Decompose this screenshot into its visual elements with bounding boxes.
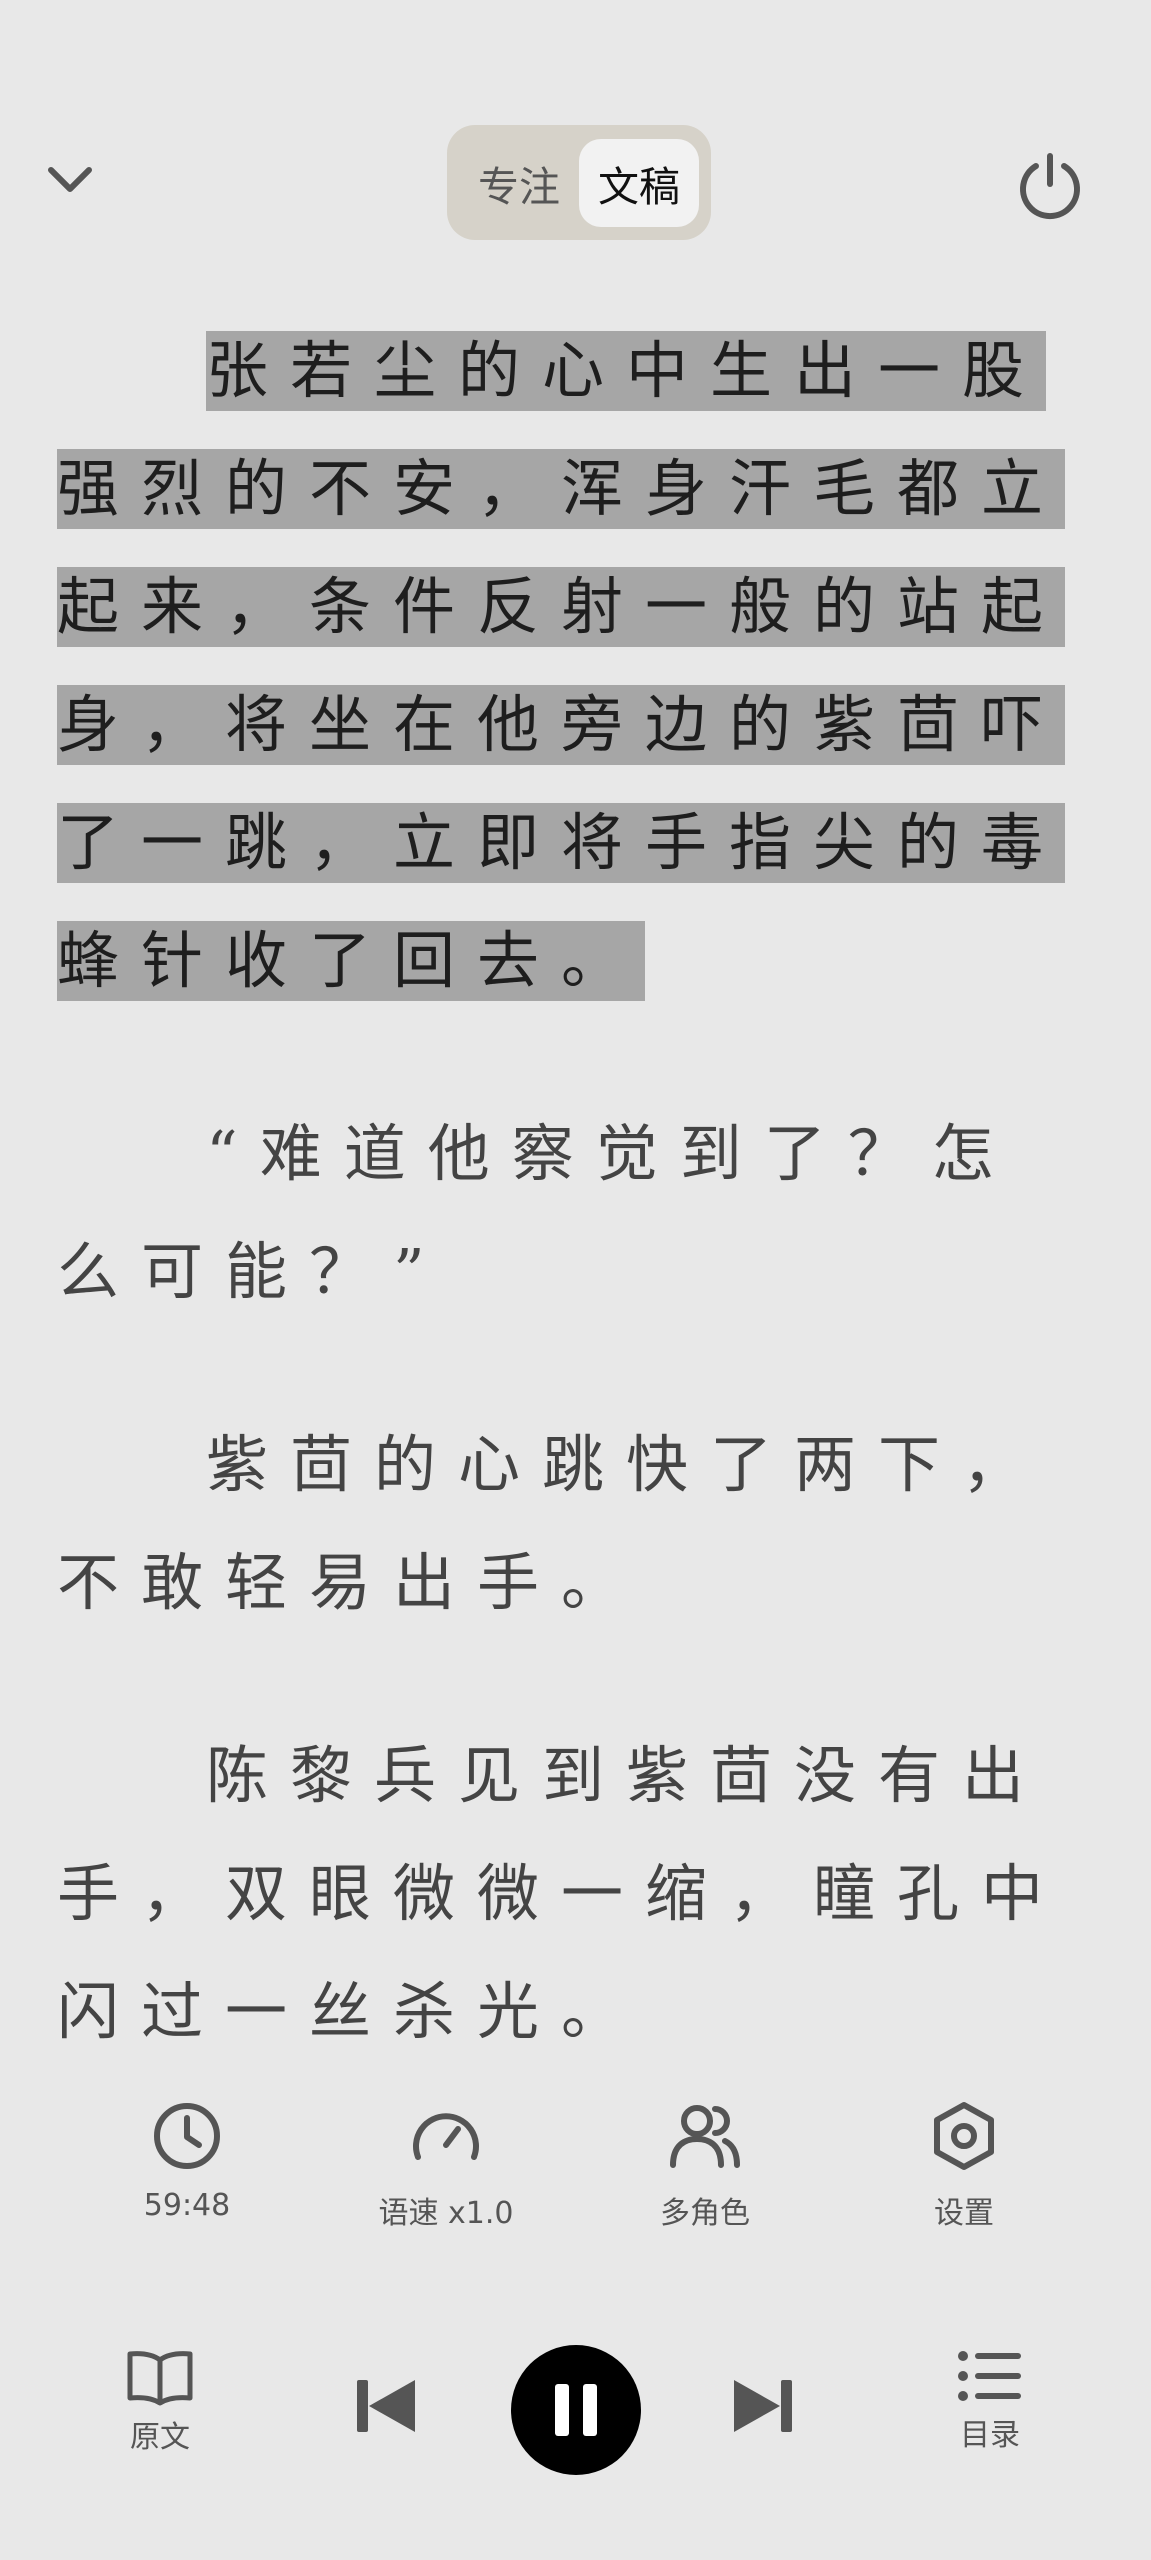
speedometer-icon bbox=[413, 2113, 479, 2160]
paragraph-current: 张若尘的心中生出一股强烈的不安，浑身汗毛都立起来，条件反射一般的站起身，将坐在他… bbox=[57, 312, 1093, 1020]
paragraph: 陈黎兵见到紫茴没有出手，双眼微微一缩，瞳孔中闪过一丝杀光。 bbox=[57, 1739, 1066, 2048]
pause-icon bbox=[555, 2384, 597, 2436]
paragraph: 紫茴的心跳快了两下，不敢轻易出手。 bbox=[57, 1428, 1047, 1619]
chevron-down-icon bbox=[48, 167, 92, 192]
paragraph: “难道他察觉到了？怎么可能？” bbox=[57, 1117, 1016, 1308]
skip-next-icon bbox=[734, 2380, 792, 2432]
skip-previous-icon bbox=[357, 2380, 415, 2432]
transcript-reader[interactable]: 张若尘的心中生出一股强烈的不安，浑身汗毛都立起来，条件反射一般的站起身，将坐在他… bbox=[57, 312, 1093, 2057]
player-bar: 原文 目录 bbox=[0, 2330, 1151, 2490]
power-button[interactable] bbox=[1015, 150, 1085, 220]
mode-option-manuscript[interactable]: 文稿 bbox=[579, 138, 699, 227]
clock-icon bbox=[154, 2103, 220, 2169]
mode-toggle[interactable]: 专注 文稿 bbox=[447, 125, 711, 240]
next-button[interactable] bbox=[732, 2378, 794, 2434]
mode-option-focus[interactable]: 专注 bbox=[459, 139, 579, 227]
settings-label: 设置 bbox=[934, 2196, 994, 2231]
pause-button[interactable] bbox=[511, 2345, 641, 2475]
settings-button[interactable]: 设置 bbox=[864, 2090, 1064, 2232]
collapse-button[interactable] bbox=[40, 150, 100, 210]
sleep-timer-button[interactable]: 59:48 bbox=[87, 2090, 287, 2223]
toc-label: 目录 bbox=[960, 2418, 1020, 2453]
original-text-button[interactable]: 原文 bbox=[110, 2348, 210, 2456]
power-icon bbox=[1020, 153, 1080, 220]
speed-label: 语速 x1.0 bbox=[378, 2196, 514, 2231]
table-of-contents-button[interactable]: 目录 bbox=[940, 2348, 1040, 2454]
highlighted-text: 张若尘的心中生出一股强烈的不安，浑身汗毛都立起来，条件反射一般的站起身，将坐在他… bbox=[57, 331, 1066, 1001]
function-bar: 59:48 语速 x1.0 多角色 设置 bbox=[0, 2090, 1151, 2240]
previous-button[interactable] bbox=[355, 2378, 417, 2434]
list-icon bbox=[958, 2351, 1021, 2401]
book-icon bbox=[127, 2351, 193, 2406]
roles-label: 多角色 bbox=[660, 2196, 750, 2231]
timer-label: 59:48 bbox=[143, 2188, 231, 2223]
original-label: 原文 bbox=[130, 2420, 190, 2455]
settings-hexagon-icon bbox=[934, 2102, 994, 2170]
speed-button[interactable]: 语速 x1.0 bbox=[346, 2090, 546, 2232]
multi-role-button[interactable]: 多角色 bbox=[605, 2090, 805, 2232]
people-icon bbox=[670, 2105, 740, 2168]
